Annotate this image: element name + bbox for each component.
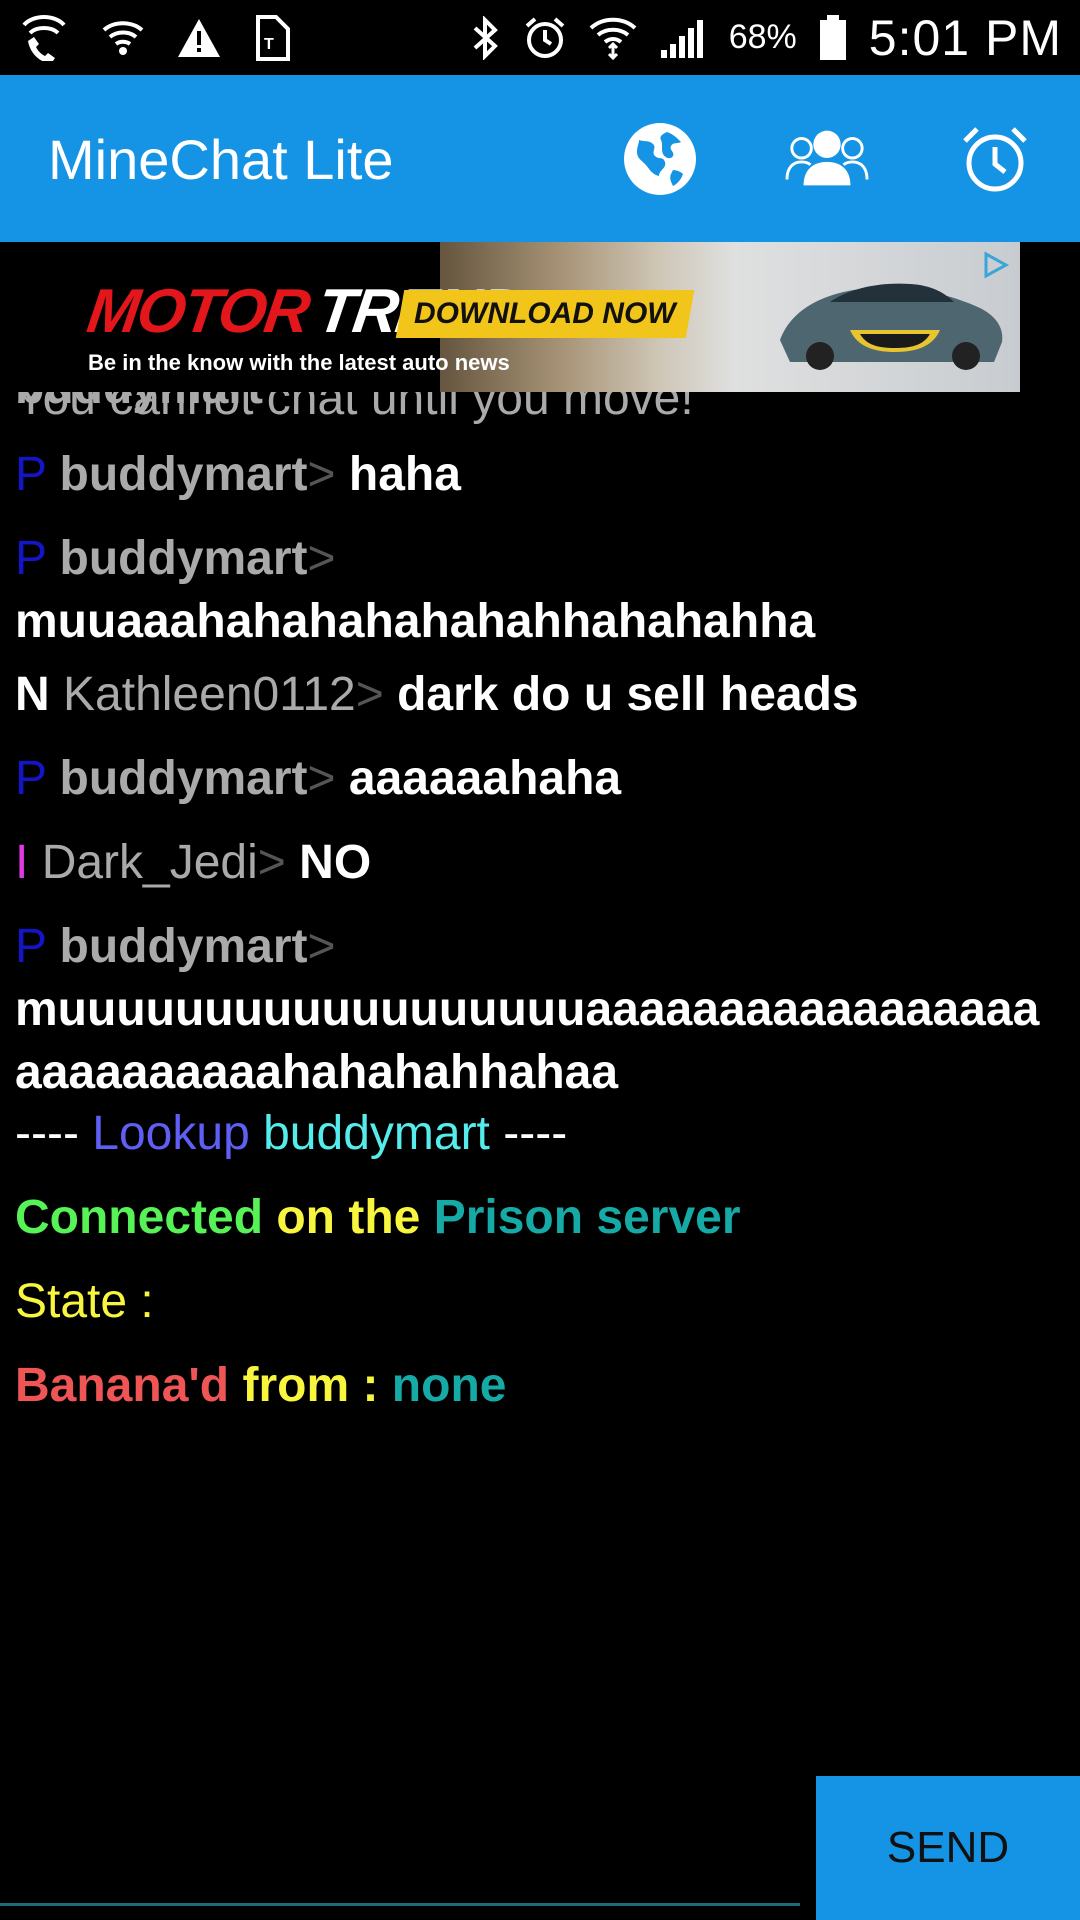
- message-input[interactable]: [0, 1776, 816, 1920]
- lookup-line: ---- Lookup buddymart ----: [15, 1102, 1065, 1165]
- wifi-calling-icon: [18, 14, 70, 61]
- player-name[interactable]: buddymart: [60, 448, 308, 501]
- wifi-icon: [102, 18, 144, 58]
- rank-tag: P: [15, 448, 47, 501]
- world-icon: [624, 123, 696, 195]
- connected-preposition: on the: [276, 1191, 421, 1244]
- lookup-player-name[interactable]: buddymart: [263, 1107, 490, 1160]
- ad-download-button[interactable]: DOWNLOAD NOW: [395, 290, 695, 338]
- ad-cta-label: DOWNLOAD NOW: [414, 297, 676, 330]
- cell-signal-icon: [659, 16, 707, 60]
- state-line: State :: [15, 1270, 1065, 1333]
- send-button[interactable]: SEND: [816, 1776, 1080, 1920]
- chat-message: P buddymart> aaaaaahaha: [15, 747, 1065, 810]
- alarm-clock-icon: [963, 127, 1027, 192]
- player-name[interactable]: buddymart: [60, 920, 308, 973]
- player-name[interactable]: buddymart: [60, 752, 308, 805]
- connected-server: Prison server: [433, 1191, 741, 1244]
- players-button[interactable]: [785, 117, 869, 201]
- separator: >: [257, 836, 286, 889]
- input-underline: [0, 1903, 800, 1906]
- sim-icon: T: [254, 14, 294, 61]
- separator: >: [307, 532, 336, 585]
- rank-tag: P: [15, 532, 47, 585]
- system-notice: You cannot chat until you move!: [15, 392, 694, 425]
- app-screen: T 68% 5:01 PM MineChat Lite MOTOR Be in …: [0, 0, 1080, 1920]
- ad-tagline: Be in the know with the latest auto news: [88, 350, 510, 375]
- battery-icon: [819, 14, 847, 61]
- car-image: [780, 283, 1003, 370]
- status-bar: T 68% 5:01 PM: [0, 0, 1080, 75]
- lookup-dashes-left: ----: [15, 1107, 79, 1160]
- clock: 5:01 PM: [868, 9, 1062, 66]
- player-name[interactable]: buddymart: [60, 532, 308, 585]
- connected-line: Connected on the Prison server: [15, 1186, 1065, 1249]
- reminder-button[interactable]: [953, 117, 1037, 201]
- banana-label: Banana'd: [15, 1359, 230, 1412]
- servers-button[interactable]: [618, 117, 702, 201]
- rank-tag: P: [15, 752, 47, 805]
- rank-tag: I: [15, 836, 29, 889]
- rank-tag: P: [15, 920, 47, 973]
- chat-message: N Kathleen0112> dark do u sell heads: [15, 663, 1065, 726]
- ad-banner[interactable]: MOTORTREND Be in the know with the lates…: [70, 242, 1020, 392]
- bluetooth-icon: [471, 15, 501, 60]
- people-icon: [785, 130, 869, 186]
- message-text: muuaaahahahahahahahhahahahha: [15, 595, 816, 648]
- separator: >: [307, 920, 336, 973]
- adchoices-icon[interactable]: [976, 246, 1014, 284]
- chat-message: P buddymart> muuaaahahahahahahahhahahahh…: [15, 527, 1065, 653]
- chat-message: I Dark_Jedi> NO: [15, 831, 1065, 894]
- message-text: dark do u sell heads: [397, 668, 859, 721]
- rank-tag: N: [15, 668, 50, 721]
- banana-value: none: [391, 1359, 507, 1412]
- separator: >: [307, 448, 336, 501]
- lookup-dashes-right: ----: [503, 1107, 568, 1160]
- wifi-signal-icon: [589, 16, 637, 60]
- status-bar-left: T: [18, 14, 326, 61]
- message-text: haha: [348, 448, 461, 501]
- svg-text:T: T: [264, 36, 274, 53]
- separator: >: [307, 752, 336, 805]
- alarm-icon: [523, 16, 567, 60]
- app-title: MineChat Lite: [48, 128, 394, 191]
- warning-icon: [176, 17, 222, 59]
- lookup-label: Lookup: [92, 1107, 250, 1160]
- player-name[interactable]: Dark_Jedi: [42, 836, 258, 889]
- message-text: aaaaaahaha: [348, 752, 622, 805]
- chat-message: P buddymart> muuuuuuuuuuuuuuuuuuaaaaaaaa…: [15, 915, 1065, 1104]
- state-label: State :: [15, 1275, 154, 1328]
- battery-percent: 68%: [728, 18, 797, 56]
- banana-from: from :: [242, 1359, 379, 1412]
- banana-line: Banana'd from : none: [15, 1354, 1065, 1417]
- separator: >: [355, 668, 384, 721]
- ad-brand-part1: MOTOR: [83, 277, 313, 346]
- player-name[interactable]: Kathleen0112: [63, 668, 356, 721]
- app-bar: MineChat Lite: [0, 75, 1080, 242]
- status-bar-right: 68% 5:01 PM: [449, 9, 1062, 67]
- connected-label: Connected: [15, 1191, 264, 1244]
- message-text: NO: [299, 836, 372, 889]
- chat-log[interactable]: buddymart You cannot chat until you move…: [0, 392, 1080, 1777]
- message-text: muuuuuuuuuuuuuuuuuuaaaaaaaaaaaaaaaaaaaaa…: [15, 983, 1040, 1099]
- chat-message: P buddymart> haha: [15, 443, 1065, 506]
